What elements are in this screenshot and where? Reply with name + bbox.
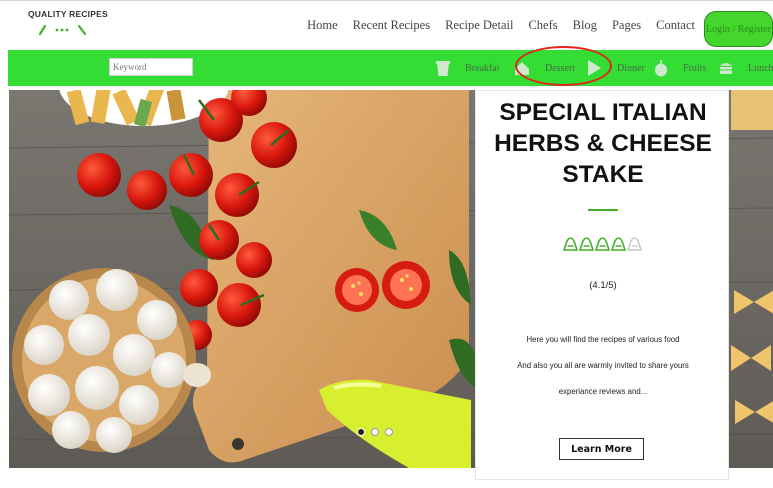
rating-score: (4.1/5) [589,280,617,291]
title-divider [588,209,618,211]
carousel-dot[interactable] [385,428,393,436]
carousel-dot[interactable] [357,428,365,436]
utensils-icon [38,24,87,36]
rating-icon-filled [610,237,627,251]
category-label: Fruits [683,62,707,74]
site-header: QUALITY RECIPES Home Recent Recipes Reci… [0,0,773,51]
category-fruits[interactable]: Fruits [654,54,706,82]
brand-name: QUALITY RECIPES [28,9,108,19]
rating-icon-filled [594,237,611,251]
carousel-dot[interactable] [371,428,379,436]
nav-home[interactable]: Home [307,18,338,33]
featured-recipe-panel: SPECIAL ITALIAN HERBS & CHEESE STAKE (4.… [475,90,729,480]
main-nav: Home Recent Recipes Recipe Detail Chefs … [292,18,695,33]
rating-icon-empty [626,237,643,251]
carousel-indicators [357,428,393,436]
recipe-description-line: And also you all are warmly invited to s… [517,361,689,370]
rating-icon-filled [562,237,579,251]
nav-recent-recipes[interactable]: Recent Recipes [353,18,430,33]
learn-more-button[interactable]: Learn More [559,438,644,460]
nav-contact[interactable]: Contact [656,18,695,33]
nav-pages[interactable]: Pages [612,18,641,33]
nav-chefs[interactable]: Chefs [528,18,557,33]
category-label: Breakfast [465,62,499,74]
category-label: Dinner [617,62,645,74]
login-button[interactable]: Login / Register [704,11,773,47]
category-breakfast[interactable]: Breakfast [436,54,499,82]
category-lunch[interactable]: Lunch [719,54,773,82]
nav-recipe-detail[interactable]: Recipe Detail [445,18,513,33]
highlight-circle [515,46,612,86]
site-logo[interactable]: QUALITY RECIPES [28,9,108,36]
recipe-title-line: SPECIAL ITALIAN [499,99,707,126]
recipe-title-line: STAKE [562,161,644,188]
recipe-description-line: experiance reviews and... [558,387,648,396]
keyword-search-input[interactable] [109,58,193,76]
burger-icon [720,63,732,74]
coffee-cup-icon [436,61,450,76]
category-bar: Breakfast Dessert Dinner Fruits Lunch [8,50,773,86]
recipe-title: SPECIAL ITALIAN HERBS & CHEESE STAKE [476,97,730,190]
category-label: Lunch [748,62,773,74]
recipe-title-line: HERBS & CHEESE [494,130,712,157]
rating-stars [562,237,643,251]
apple-icon [655,60,667,77]
rating-icon-filled [578,237,595,251]
nav-blog[interactable]: Blog [573,18,597,33]
recipe-description-line: Here you will find the recipes of variou… [526,335,680,344]
